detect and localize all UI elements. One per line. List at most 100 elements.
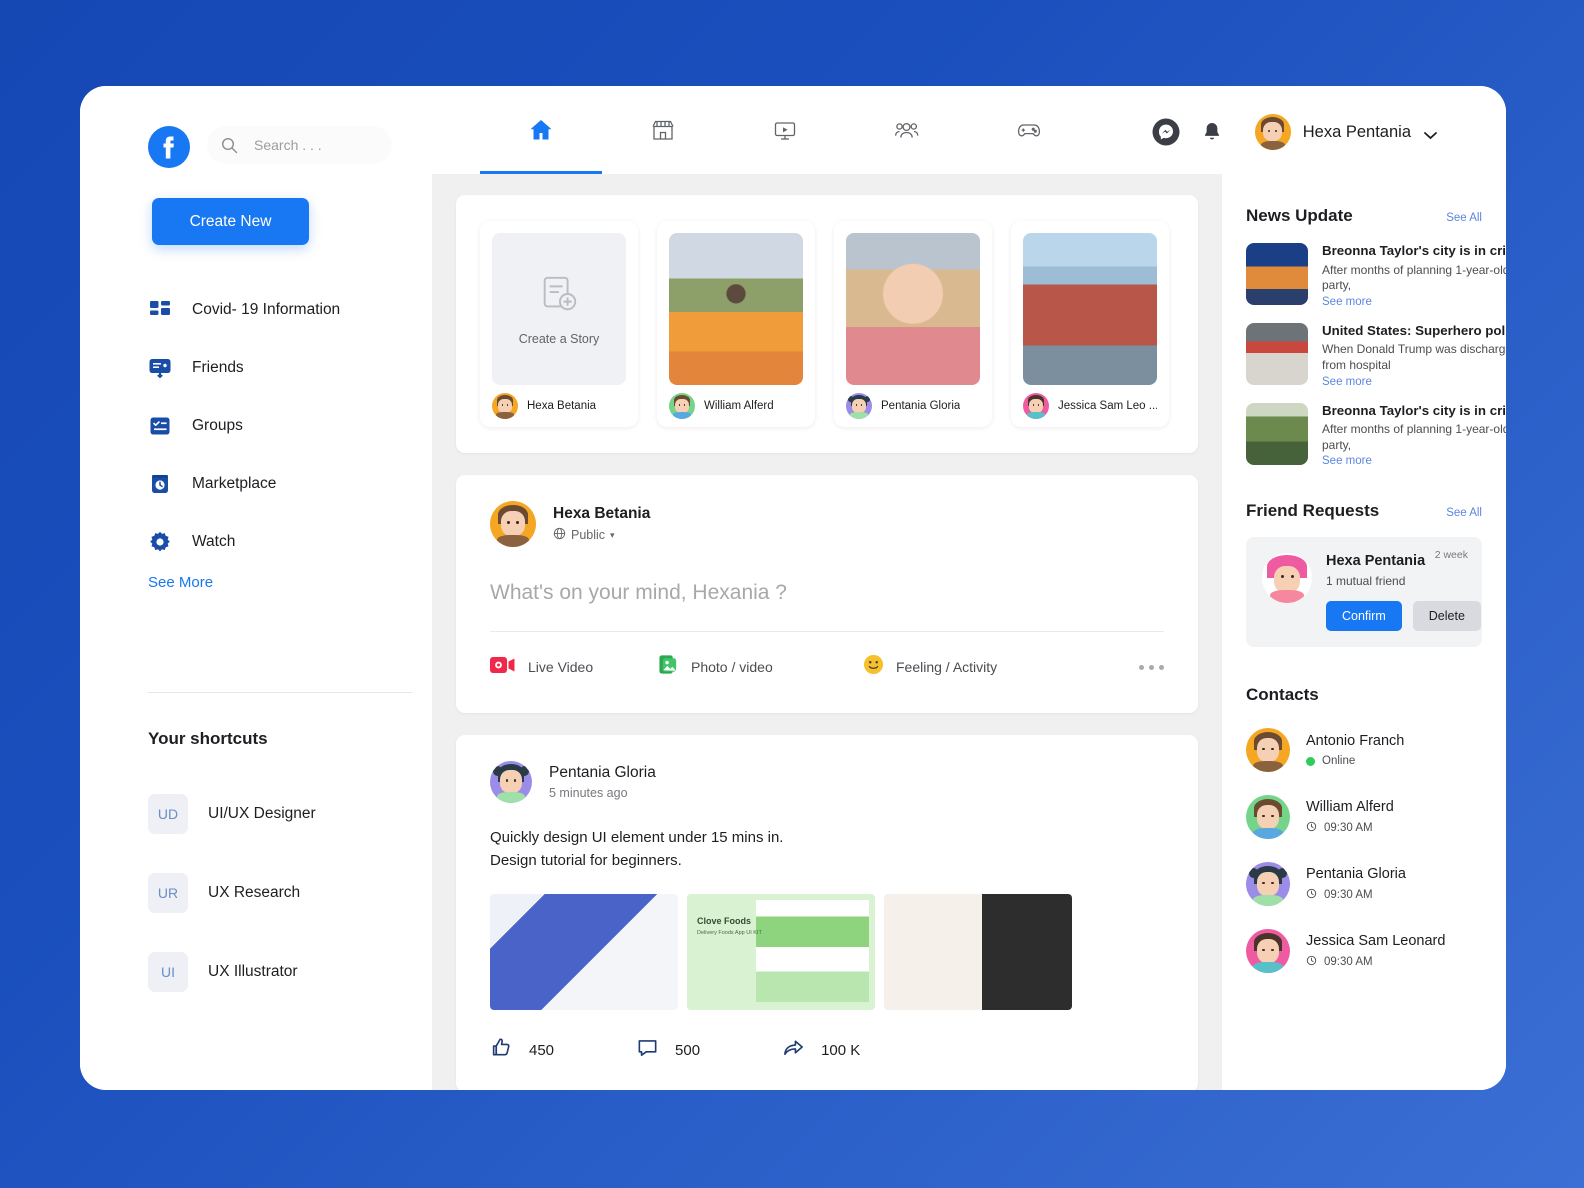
feed-post: Pentania Gloria 5 minutes ago Quickly de… — [456, 735, 1198, 1090]
live-video-button[interactable]: Live Video — [490, 656, 658, 679]
comment-count: 500 — [675, 1042, 700, 1059]
live-video-label: Live Video — [528, 659, 593, 675]
story-footer: Jessica Sam Leo ... — [1023, 385, 1157, 427]
news-update-title: News Update — [1246, 206, 1353, 226]
news-headline: Breonna Taylor's city is in crisis — [1322, 403, 1506, 420]
story-item[interactable]: Jessica Sam Leo ... — [1011, 221, 1169, 427]
friend-request-card: 2 week Hexa Pentania 1 mutual friend Con… — [1246, 537, 1482, 647]
news-headline: United States: Superhero politic — [1322, 323, 1506, 340]
feeling-activity-button[interactable]: Feeling / Activity — [863, 654, 997, 680]
create-story-thumb[interactable]: Create a Story — [492, 233, 626, 385]
story-create[interactable]: Create a Story Hexa Betania — [480, 221, 638, 427]
nav-tab-groups[interactable] — [846, 86, 968, 174]
shortcut-item-ux-research[interactable]: UR UX Research — [148, 853, 412, 932]
story-name: Jessica Sam Leo ... — [1058, 400, 1157, 412]
bell-icon[interactable] — [1197, 117, 1227, 147]
story-photo — [669, 233, 803, 385]
shortcuts-title: Your shortcuts — [148, 729, 268, 749]
news-item[interactable]: United States: Superhero politic When Do… — [1246, 323, 1482, 388]
avatar — [1262, 553, 1312, 603]
sidebar-item-friends[interactable]: Friends — [148, 339, 408, 397]
post-media-image[interactable] — [490, 894, 678, 1010]
post-timestamp: 5 minutes ago — [549, 786, 656, 800]
stories-row: Create a Story Hexa Betania — [456, 195, 1198, 453]
story-photo — [1023, 233, 1157, 385]
nav-tab-gaming[interactable] — [968, 86, 1090, 174]
chevron-down-icon[interactable] — [1423, 127, 1438, 137]
mockup-title: Clove Foods — [697, 916, 751, 926]
friends-icon — [148, 356, 172, 380]
news-see-more-link[interactable]: See more — [1322, 455, 1506, 467]
post-author[interactable]: Pentania Gloria — [549, 764, 656, 782]
delete-button[interactable]: Delete — [1413, 601, 1481, 631]
sidebar-item-covid-19-information[interactable]: Covid- 19 Information — [148, 281, 408, 339]
groups-icon — [148, 414, 172, 438]
post-media-image[interactable]: Clove Foods Delivery Foods App UI KIT — [687, 894, 875, 1010]
sidebar-item-groups[interactable]: Groups — [148, 397, 408, 455]
contact-item[interactable]: Jessica Sam Leonard 09:30 AM — [1246, 929, 1482, 973]
sidebar-item-marketplace[interactable]: Marketplace — [148, 455, 408, 513]
live-video-icon — [490, 656, 516, 679]
news-see-more-link[interactable]: See more — [1322, 376, 1506, 388]
store-icon — [650, 117, 676, 143]
shortcut-item-ui-ux-designer[interactable]: UD UI/UX Designer — [148, 774, 412, 853]
nav-tab-watch[interactable] — [724, 86, 846, 174]
composer-divider — [490, 631, 1164, 632]
news-description: After months of planning 1-year-old's pa… — [1322, 422, 1506, 453]
mockup-strip — [756, 900, 869, 1002]
sidebar-item-label: Friends — [192, 359, 244, 377]
composer-input[interactable] — [490, 581, 1164, 605]
right-sidebar: News Update See All Breonna Taylor's cit… — [1222, 174, 1506, 1090]
contact-item[interactable]: William Alferd 09:30 AM — [1246, 795, 1482, 839]
post-media-image[interactable] — [884, 894, 1072, 1010]
contact-status-label: 09:30 AM — [1324, 956, 1373, 968]
ellipsis-icon[interactable] — [1139, 665, 1164, 670]
clock-icon — [1306, 955, 1317, 969]
nav-tab-marketplace[interactable] — [602, 86, 724, 174]
search-box[interactable] — [207, 126, 392, 164]
add-story-icon — [538, 273, 580, 320]
photo-video-label: Photo / video — [691, 659, 773, 675]
contact-status: Online — [1306, 755, 1404, 767]
sidebar-divider — [148, 692, 412, 693]
like-button[interactable]: 450 — [490, 1036, 554, 1064]
shortcut-badge: UR — [148, 873, 188, 913]
chevron-down-icon[interactable]: ▾ — [610, 530, 615, 541]
shortcut-label: UX Illustrator — [208, 963, 298, 981]
globe-icon — [553, 527, 566, 543]
facebook-logo-icon[interactable] — [148, 126, 190, 168]
share-count: 100 K — [821, 1042, 860, 1059]
confirm-button[interactable]: Confirm — [1326, 601, 1402, 631]
composer-privacy[interactable]: Public ▾ — [553, 527, 650, 543]
shortcut-item-ux-illustrator[interactable]: UI UX Illustrator — [148, 932, 412, 1011]
news-item[interactable]: Breonna Taylor's city is in crisis After… — [1246, 403, 1482, 468]
clock-icon — [1306, 888, 1317, 902]
mockup-subtitle: Delivery Foods App UI KIT — [697, 930, 762, 936]
photo-video-button[interactable]: Photo / video — [658, 654, 863, 680]
left-sidebar: Create New Covid- 19 Information — [80, 174, 432, 1090]
story-name: William Alferd — [704, 400, 774, 412]
avatar — [492, 393, 518, 419]
search-input[interactable] — [254, 137, 374, 153]
news-item[interactable]: Breonna Taylor's city is in crisis After… — [1246, 243, 1482, 308]
friend-requests-see-all-link[interactable]: See All — [1446, 507, 1482, 519]
topbar-right-actions: Hexa Pentania — [1151, 114, 1438, 150]
story-item[interactable]: Pentania Gloria — [834, 221, 992, 427]
comment-button[interactable]: 500 — [636, 1036, 700, 1064]
news-see-all-link[interactable]: See All — [1446, 212, 1482, 224]
user-menu[interactable]: Hexa Pentania — [1255, 114, 1438, 150]
contacts-list: Antonio Franch Online William Alferd — [1246, 728, 1482, 973]
news-see-more-link[interactable]: See more — [1322, 296, 1506, 308]
post-text-line-2: Design tutorial for beginners. — [490, 850, 1164, 873]
search-icon — [221, 137, 238, 154]
nav-tab-home[interactable] — [480, 86, 602, 174]
messenger-icon[interactable] — [1151, 117, 1181, 147]
composer-actions: Live Video Photo / video — [490, 654, 1164, 680]
contact-item[interactable]: Pentania Gloria 09:30 AM — [1246, 862, 1482, 906]
contact-item[interactable]: Antonio Franch Online — [1246, 728, 1482, 772]
sidebar-item-watch[interactable]: Watch — [148, 513, 408, 571]
create-new-button[interactable]: Create New — [152, 198, 309, 245]
see-more-link[interactable]: See More — [148, 574, 213, 591]
story-item[interactable]: William Alferd — [657, 221, 815, 427]
share-button[interactable]: 100 K — [782, 1036, 860, 1064]
